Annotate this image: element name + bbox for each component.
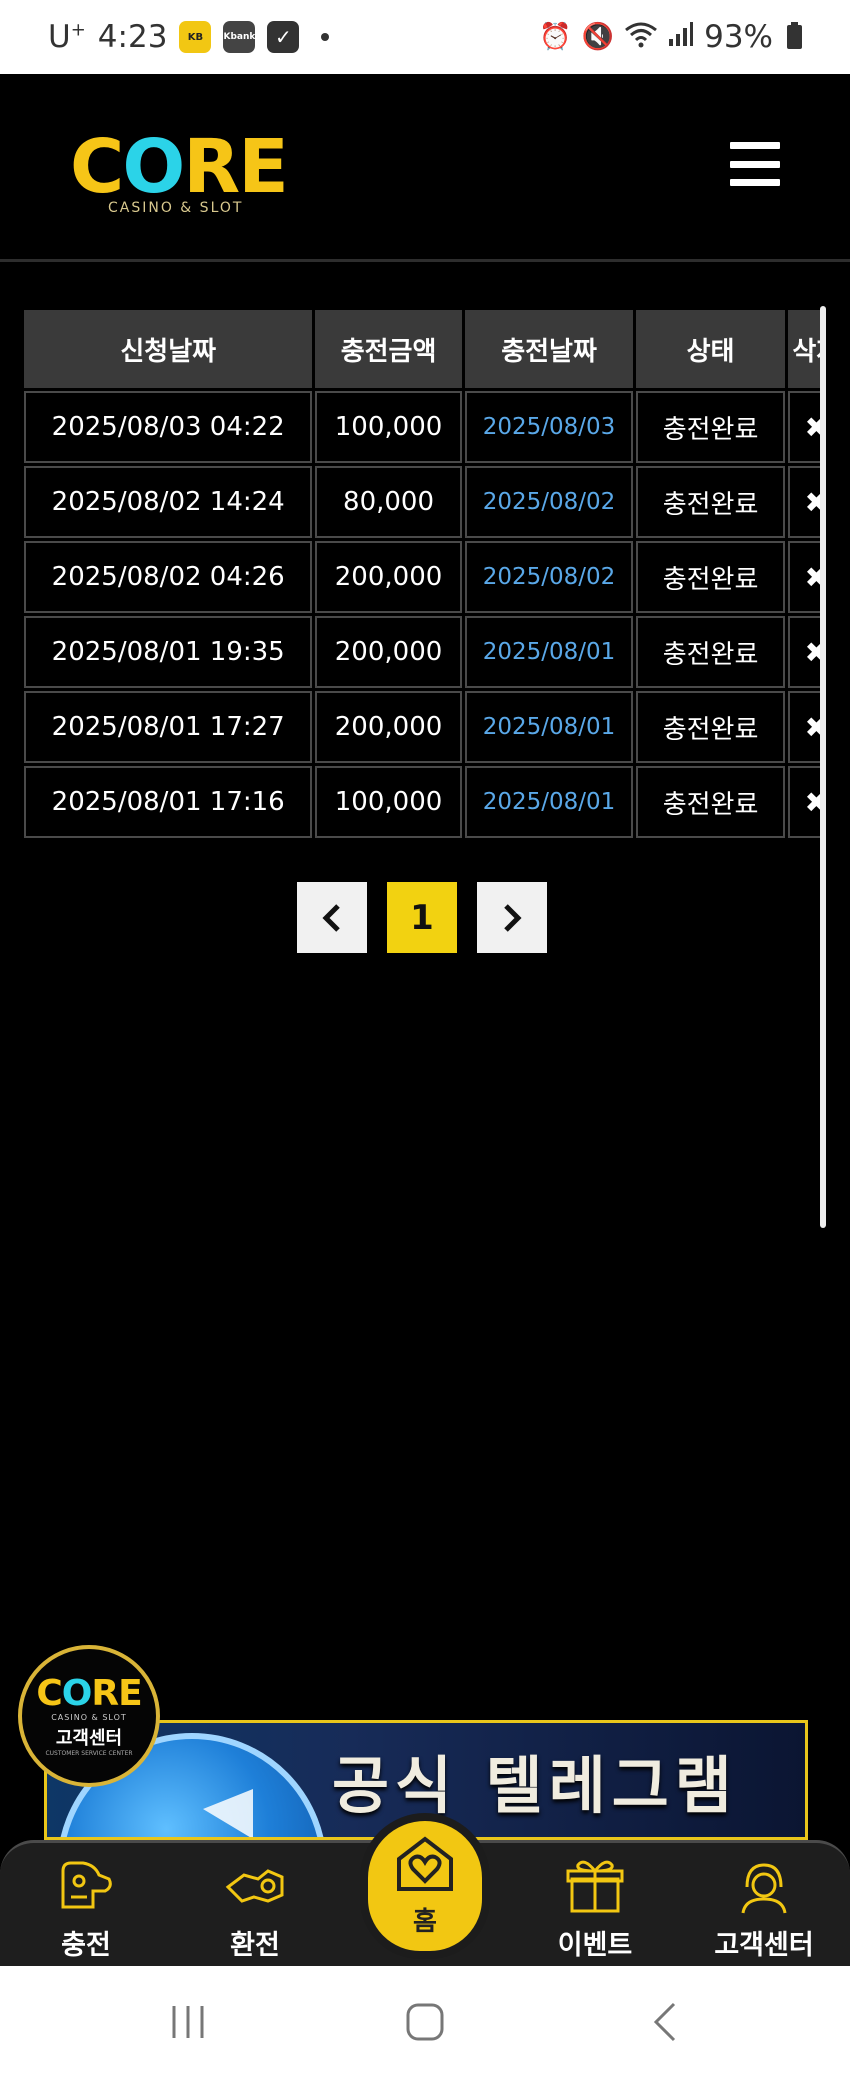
cell-status: 충전완료 — [636, 466, 785, 538]
header-amount: 충전금액 — [315, 310, 462, 388]
carrier-label: U+ — [48, 19, 86, 55]
home-system-icon[interactable] — [405, 2002, 445, 2042]
battery-percent: 93% — [704, 19, 773, 55]
withdraw-icon — [224, 1857, 286, 1915]
customer-center-badge[interactable]: CORE CASINO & SLOT 고객센터 CUSTOMER SERVICE… — [18, 1645, 160, 1787]
page-1-button[interactable]: 1 — [387, 882, 457, 953]
logo-subtitle: CASINO & SLOT — [108, 200, 244, 216]
home-heart-icon — [393, 1835, 457, 1897]
cell-date: 2025/08/01 — [464, 691, 634, 763]
cell-date: 2025/08/01 — [464, 766, 634, 838]
alarm-icon: ⏰ — [539, 22, 572, 52]
nav-support[interactable]: 고객센터 — [694, 1857, 834, 1962]
cell-date: 2025/08/01 — [464, 616, 634, 688]
cell-applied: 2025/08/02 14:24 — [24, 466, 313, 538]
site-header: CORE CASINO & SLOT — [0, 74, 850, 262]
delete-icon[interactable]: ✖ — [787, 391, 824, 463]
core-logo[interactable]: CORE CASINO & SLOT — [70, 130, 289, 216]
deposit-history-table: 신청날짜 충전금액 충전날짜 상태 삭제 2025/08/03 04:22 10… — [24, 310, 824, 841]
cell-amount: 200,000 — [315, 541, 462, 613]
cell-applied: 2025/08/01 19:35 — [24, 616, 313, 688]
header-delete: 삭제 — [787, 310, 824, 388]
deposit-icon — [55, 1857, 117, 1915]
cell-status: 충전완료 — [636, 616, 785, 688]
check-icon: ✓ — [267, 21, 300, 53]
cell-amount: 80,000 — [315, 466, 462, 538]
header-deposit-date: 충전날짜 — [464, 310, 634, 388]
cell-date: 2025/08/02 — [464, 466, 634, 538]
cell-amount: 100,000 — [315, 766, 462, 838]
prev-page-button[interactable] — [297, 882, 367, 953]
delete-icon[interactable]: ✖ — [787, 616, 824, 688]
table-row: 2025/08/01 19:35 200,000 2025/08/01 충전완료… — [24, 616, 824, 688]
gift-icon — [564, 1857, 626, 1915]
recent-apps-icon[interactable] — [170, 2002, 206, 2042]
signal-icon — [668, 21, 694, 54]
cell-status: 충전완료 — [636, 391, 785, 463]
support-icon — [733, 1857, 795, 1915]
system-nav-bar — [0, 1966, 850, 2078]
table-row: 2025/08/02 14:24 80,000 2025/08/02 충전완료 … — [24, 466, 824, 538]
bottom-nav: 충전 환전 홈 이벤트 고객센터 — [0, 1813, 850, 1966]
cell-amount: 100,000 — [315, 391, 462, 463]
badge-subtitle: CASINO & SLOT — [51, 1713, 127, 1722]
kb-icon: KB — [179, 21, 212, 53]
kbank-icon: Kbank — [223, 21, 256, 53]
cell-status: 충전완료 — [636, 541, 785, 613]
chevron-left-icon — [322, 903, 340, 932]
badge-title: 고객센터 — [55, 1728, 123, 1749]
chevron-right-icon — [504, 903, 522, 932]
next-page-button[interactable] — [477, 882, 547, 953]
notification-dot-icon — [321, 33, 330, 41]
cell-applied: 2025/08/03 04:22 — [24, 391, 313, 463]
cell-status: 충전완료 — [636, 691, 785, 763]
nav-withdraw[interactable]: 환전 — [185, 1857, 325, 1962]
menu-icon[interactable] — [730, 142, 780, 186]
table-row: 2025/08/02 04:26 200,000 2025/08/02 충전완료… — [24, 541, 824, 613]
wifi-icon — [624, 20, 658, 55]
status-bar: U+ 4:23 KB Kbank ✓ ⏰ 🔇 93% — [0, 0, 850, 74]
delete-icon[interactable]: ✖ — [787, 691, 824, 763]
badge-logo: CORE — [36, 1673, 142, 1714]
table-header-row: 신청날짜 충전금액 충전날짜 상태 삭제 — [24, 310, 824, 388]
banner-title: 공식 텔레그램 — [332, 1749, 738, 1822]
back-icon[interactable] — [650, 2002, 680, 2042]
cell-amount: 200,000 — [315, 691, 462, 763]
nav-deposit[interactable]: 충전 — [16, 1857, 156, 1962]
delete-icon[interactable]: ✖ — [787, 766, 824, 838]
cell-date: 2025/08/03 — [464, 391, 634, 463]
battery-icon — [787, 22, 802, 49]
mute-icon: 🔇 — [581, 22, 615, 52]
badge-caption: CUSTOMER SERVICE CENTER — [45, 1750, 133, 1757]
cell-status: 충전완료 — [636, 766, 785, 838]
cell-applied: 2025/08/01 17:27 — [24, 691, 313, 763]
cell-applied: 2025/08/02 04:26 — [24, 541, 313, 613]
header-status: 상태 — [636, 310, 785, 388]
delete-icon[interactable]: ✖ — [787, 541, 824, 613]
pagination: 1 — [297, 882, 547, 953]
cell-amount: 200,000 — [315, 616, 462, 688]
delete-icon[interactable]: ✖ — [787, 466, 824, 538]
table-row: 2025/08/03 04:22 100,000 2025/08/03 충전완료… — [24, 391, 824, 463]
table-row: 2025/08/01 17:27 200,000 2025/08/01 충전완료… — [24, 691, 824, 763]
nav-home[interactable]: 홈 — [360, 1813, 490, 1959]
clock: 4:23 — [97, 19, 168, 55]
header-applied-date: 신청날짜 — [24, 310, 313, 388]
nav-event[interactable]: 이벤트 — [525, 1857, 665, 1962]
cell-date: 2025/08/02 — [464, 541, 634, 613]
table-row: 2025/08/01 17:16 100,000 2025/08/01 충전완료… — [24, 766, 824, 838]
scrollbar[interactable] — [820, 306, 826, 1228]
cell-applied: 2025/08/01 17:16 — [24, 766, 313, 838]
